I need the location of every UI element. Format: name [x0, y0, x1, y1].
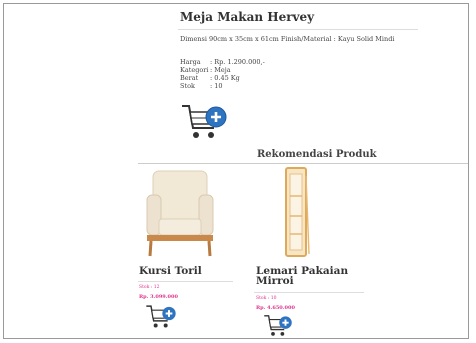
- spec-label: Stok: [180, 82, 195, 90]
- card-divider: [254, 292, 364, 293]
- title-divider: [178, 29, 418, 30]
- product-name-lemari-pakaian-mirroi[interactable]: Lemari Pakaian Mirroi: [256, 266, 356, 287]
- add-to-cart-icon[interactable]: [263, 312, 293, 337]
- spec-row-berat: Berat : 0.45 Kg: [180, 74, 240, 82]
- card-divider: [138, 281, 233, 282]
- spec-label: Harga: [180, 58, 201, 66]
- spec-label: Kategori: [180, 66, 209, 74]
- spec-row-kategori: Kategori: Meja: [180, 66, 231, 74]
- add-to-cart-icon[interactable]: [145, 302, 177, 329]
- product-price: Rp. 3.099.000: [139, 294, 178, 300]
- product-price: Rp. 4.650.000: [256, 305, 295, 311]
- recommendations-heading: Rekomendasi Produk: [257, 149, 377, 160]
- armchair-image[interactable]: [141, 167, 219, 259]
- add-to-cart-icon[interactable]: [180, 100, 228, 144]
- spec-row-harga: Harga : Rp. 1.290.000,-: [180, 58, 265, 66]
- spec-label: Berat: [180, 74, 199, 82]
- spec-row-stok: Stok : 10: [180, 82, 223, 90]
- product-stock: Stok : 12: [139, 285, 160, 290]
- recommendations-divider: [138, 163, 468, 164]
- spec-value: : 0.45 Kg: [210, 74, 240, 82]
- page-frame: [3, 3, 469, 339]
- wardrobe-mirror-image[interactable]: [282, 166, 312, 260]
- product-description: Dimensi 90cm x 35cm x 61cm Finish/Materi…: [180, 35, 395, 43]
- product-title: Meja Makan Hervey: [180, 10, 315, 24]
- spec-value: : Meja: [210, 66, 231, 74]
- spec-value: : Rp. 1.290.000,-: [210, 58, 265, 66]
- product-stock: Stok : 10: [256, 296, 277, 301]
- product-name-kursi-toril[interactable]: Kursi Toril: [139, 266, 202, 277]
- spec-value: : 10: [210, 82, 223, 90]
